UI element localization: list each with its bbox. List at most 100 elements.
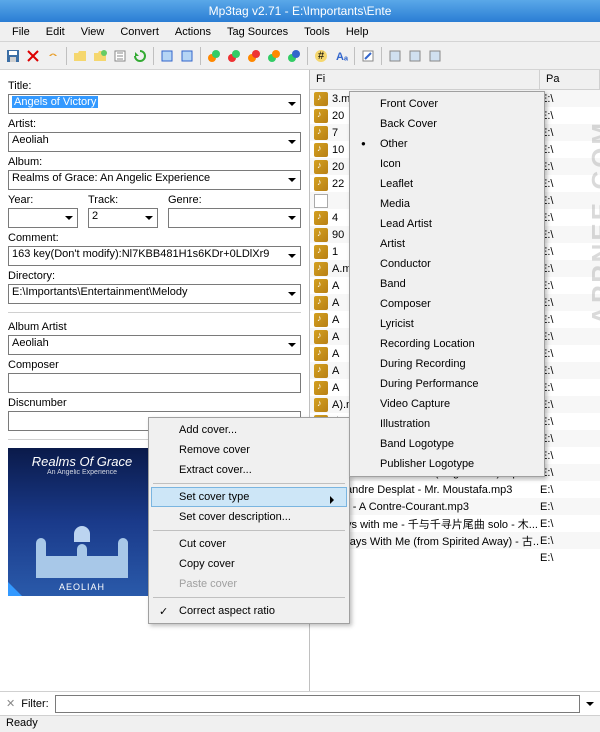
col-filename[interactable]: Fi <box>310 70 540 89</box>
genre-field[interactable] <box>168 208 301 228</box>
a5-icon[interactable] <box>285 47 303 65</box>
file-icon <box>314 160 328 174</box>
track-label: Track: <box>88 194 158 206</box>
file-icon <box>314 245 328 259</box>
filter-input[interactable] <box>55 695 580 713</box>
covertype-band-logotype[interactable]: Band Logotype <box>352 434 542 454</box>
covertype-lyricist[interactable]: Lyricist <box>352 314 542 334</box>
menu-paste-cover: Paste cover <box>151 574 347 594</box>
cover-art[interactable]: Realms Of Grace An Angelic Experience AE… <box>8 448 156 596</box>
covertype-icon[interactable]: Icon <box>352 154 542 174</box>
menu-view[interactable]: View <box>73 24 113 40</box>
menu-set-cover-type[interactable]: Set cover type <box>151 487 347 507</box>
covertype-publisher-logotype[interactable]: Publisher Logotype <box>352 454 542 474</box>
file-icon <box>314 262 328 276</box>
table-row[interactable]: ways with me - 千与千寻片尾曲 solo - 木...E:\ <box>310 515 600 532</box>
file-icon <box>314 194 328 208</box>
file-icon <box>314 109 328 123</box>
composer-field[interactable] <box>8 373 301 393</box>
table-row[interactable]: zée - A Contre-Courant.mp3E:\ <box>310 498 600 515</box>
covertype-leaflet[interactable]: Leaflet <box>352 174 542 194</box>
covertype-conductor[interactable]: Conductor <box>352 254 542 274</box>
covertype-recording-location[interactable]: Recording Location <box>352 334 542 354</box>
menu-tagsources[interactable]: Tag Sources <box>219 24 296 40</box>
toolbar: # Aₐ <box>0 42 600 70</box>
track-field[interactable]: 2 <box>88 208 158 228</box>
file-icon <box>314 279 328 293</box>
covertype-during-recording[interactable]: During Recording <box>352 354 542 374</box>
directory-field[interactable]: E:\Importants\Entertainment\Melody <box>8 284 301 304</box>
covertype-front-cover[interactable]: Front Cover <box>352 94 542 114</box>
file-icon <box>314 381 328 395</box>
covertype-back-cover[interactable]: Back Cover <box>352 114 542 134</box>
file-icon <box>314 296 328 310</box>
filter-label: Filter: <box>21 698 49 710</box>
a3-icon[interactable] <box>245 47 263 65</box>
b3-icon[interactable] <box>426 47 444 65</box>
cover-selected-icon <box>8 582 22 596</box>
file-icon <box>314 347 328 361</box>
menu-convert[interactable]: Convert <box>112 24 167 40</box>
folder-open-icon[interactable] <box>91 47 109 65</box>
table-row[interactable]: AE:\ <box>310 549 600 566</box>
table-row[interactable]: lexandre Desplat - Mr. Moustafa.mp3E:\ <box>310 481 600 498</box>
covertype-illustration[interactable]: Illustration <box>352 414 542 434</box>
file-icon <box>314 92 328 106</box>
menu-aspect-ratio[interactable]: Correct aspect ratio <box>151 601 347 621</box>
covertype-lead-artist[interactable]: Lead Artist <box>352 214 542 234</box>
genre-label: Genre: <box>168 194 301 206</box>
covertype-other[interactable]: Other <box>352 134 542 154</box>
album-label: Album: <box>8 156 301 168</box>
menu-edit[interactable]: Edit <box>38 24 73 40</box>
menu-extract-cover[interactable]: Extract cover... <box>151 460 347 480</box>
b2-icon[interactable] <box>406 47 424 65</box>
covertype-band[interactable]: Band <box>352 274 542 294</box>
menu-set-cover-desc[interactable]: Set cover description... <box>151 507 347 527</box>
menu-add-cover[interactable]: Add cover... <box>151 420 347 440</box>
a1-icon[interactable] <box>205 47 223 65</box>
title-field[interactable]: Angels of Victory <box>8 94 301 114</box>
albumartist-label: Album Artist <box>8 321 301 333</box>
filter-close-icon[interactable]: ✕ <box>6 697 15 710</box>
albumartist-field[interactable]: Aeoliah <box>8 335 301 355</box>
covertype-media[interactable]: Media <box>352 194 542 214</box>
delete-icon[interactable] <box>24 47 42 65</box>
year-field[interactable] <box>8 208 78 228</box>
tag2-icon[interactable] <box>178 47 196 65</box>
title-label: Title: <box>8 80 301 92</box>
menu-file[interactable]: File <box>4 24 38 40</box>
refresh-icon[interactable] <box>131 47 149 65</box>
col-path[interactable]: Pa <box>540 70 600 89</box>
menu-tools[interactable]: Tools <box>296 24 338 40</box>
comment-field[interactable]: 163 key(Don't modify):Nl7KBB481H1s6KDr+0… <box>8 246 301 266</box>
covertype-artist[interactable]: Artist <box>352 234 542 254</box>
b1-icon[interactable] <box>386 47 404 65</box>
edit-icon[interactable] <box>359 47 377 65</box>
filter-dropdown-icon[interactable] <box>586 702 594 710</box>
menu-cut-cover[interactable]: Cut cover <box>151 534 347 554</box>
menu-remove-cover[interactable]: Remove cover <box>151 440 347 460</box>
album-field[interactable]: Realms of Grace: An Angelic Experience <box>8 170 301 190</box>
num-icon[interactable]: # <box>312 47 330 65</box>
artist-label: Artist: <box>8 118 301 130</box>
menu-help[interactable]: Help <box>338 24 377 40</box>
menu-actions[interactable]: Actions <box>167 24 219 40</box>
playlist-icon[interactable] <box>111 47 129 65</box>
covertype-video-capture[interactable]: Video Capture <box>352 394 542 414</box>
comment-label: Comment: <box>8 232 301 244</box>
cover-type-submenu: Front CoverBack CoverOtherIconLeafletMed… <box>349 91 545 477</box>
folder-icon[interactable] <box>71 47 89 65</box>
a2-icon[interactable] <box>225 47 243 65</box>
file-icon <box>314 126 328 140</box>
covertype-during-performance[interactable]: During Performance <box>352 374 542 394</box>
a4-icon[interactable] <box>265 47 283 65</box>
tag1-icon[interactable] <box>158 47 176 65</box>
covertype-composer[interactable]: Composer <box>352 294 542 314</box>
undo-icon[interactable] <box>44 47 62 65</box>
file-icon <box>314 211 328 225</box>
save-icon[interactable] <box>4 47 22 65</box>
case-icon[interactable]: Aₐ <box>332 47 350 65</box>
artist-field[interactable]: Aeoliah <box>8 132 301 152</box>
menu-copy-cover[interactable]: Copy cover <box>151 554 347 574</box>
table-row[interactable]: Always With Me (from Spirited Away) - 古.… <box>310 532 600 549</box>
